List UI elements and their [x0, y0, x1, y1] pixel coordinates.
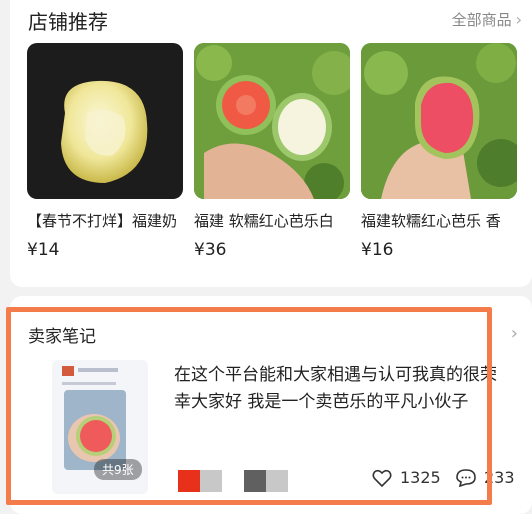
image-count-badge: 共9张 — [94, 459, 142, 480]
heart-icon — [372, 469, 392, 487]
color-swatch — [244, 470, 266, 492]
product-price: ¥36 — [194, 240, 227, 260]
shop-recommendation-card: 店铺推荐 全部商品 › 【春节不打烊】福建奶 ¥14 福建 软糯红心芭乐白 ¥3… — [10, 0, 532, 287]
product-image — [361, 43, 517, 199]
color-swatch — [266, 470, 288, 492]
product-name: 【春节不打烊】福建奶 — [27, 212, 178, 230]
like-button[interactable]: 1325 — [372, 468, 441, 487]
product-image — [194, 43, 350, 199]
color-swatch — [178, 470, 200, 492]
note-thumbnail[interactable]: 共9张 — [52, 360, 148, 494]
comment-count: 233 — [484, 468, 515, 487]
comment-icon — [456, 468, 476, 487]
all-products-link[interactable]: 全部商品 › — [452, 9, 522, 30]
chevron-right-icon: › — [515, 10, 522, 29]
all-products-label: 全部商品 — [451, 11, 512, 29]
product-name: 福建软糯红心芭乐 香 — [361, 212, 501, 230]
seller-notes-card[interactable]: 卖家笔记 › 共9张 在这个平台能和大家相遇与认可我真的很荣幸大家好 我是一个卖… — [10, 296, 532, 514]
notes-title: 卖家笔记 — [28, 327, 96, 347]
product-price: ¥16 — [361, 240, 394, 260]
like-count: 1325 — [400, 468, 441, 487]
product-card[interactable]: 福建 软糯红心芭乐白 ¥36 — [194, 43, 350, 260]
product-card[interactable]: 【春节不打烊】福建奶 ¥14 — [27, 43, 183, 260]
color-swatch — [200, 470, 222, 492]
comment-button[interactable]: 233 — [456, 468, 515, 487]
product-card[interactable]: 福建软糯红心芭乐 香 ¥16 — [361, 43, 517, 260]
chevron-right-icon[interactable]: › — [511, 323, 518, 344]
note-text: 在这个平台能和大家相遇与认可我真的很荣幸大家好 我是一个卖芭乐的平凡小伙子 — [174, 365, 497, 412]
product-image — [27, 43, 183, 199]
section-title: 店铺推荐 — [28, 10, 108, 34]
product-price: ¥14 — [27, 240, 60, 260]
product-name: 福建 软糯红心芭乐白 — [194, 212, 334, 230]
